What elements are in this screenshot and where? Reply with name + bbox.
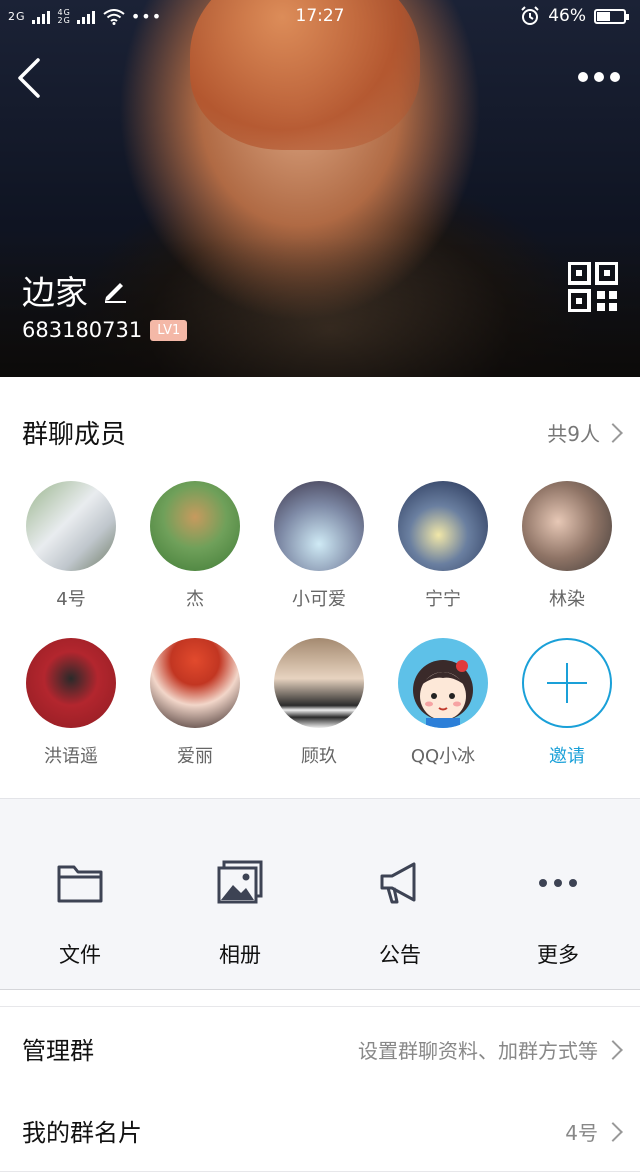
avatar [26,481,116,571]
tool-album[interactable]: 相册 [180,859,300,969]
tool-label: 相册 [219,943,261,967]
album-icon [217,860,263,904]
chevron-left-icon [18,58,40,98]
qq-xiaobing-avatar-icon [413,660,473,728]
battery-percent: 46% [548,6,586,26]
folder-icon [57,865,103,903]
invite-label: 邀请 [549,746,585,767]
alarm-icon [521,6,539,25]
my-group-card-title: 我的群名片 [22,1119,142,1147]
level-badge: LV1 [150,319,188,341]
chevron-right-icon [603,422,623,443]
chevron-right-icon [603,1039,623,1060]
members-title: 群聊成员 [22,420,127,450]
member-name: 杰 [186,589,204,610]
megaphone-icon [380,862,416,904]
group-id: 683180731 [22,318,143,342]
plus-icon [547,663,587,703]
qr-code-icon[interactable] [568,262,618,312]
member-item[interactable]: QQ小冰 [388,638,498,768]
tool-label: 更多 [537,943,579,967]
back-button[interactable] [14,56,44,100]
battery-icon [594,8,629,24]
manage-group-hint-text: 设置群聊资料、加群方式等 [358,1039,598,1063]
my-group-card-value: 4号 [565,1117,623,1146]
battery-fill [597,11,610,21]
avatar [398,481,488,571]
more-dots-icon [539,879,577,887]
avatar [274,481,364,571]
dot-icon [610,72,620,82]
member-name: 4号 [56,589,86,610]
avatar [26,638,116,728]
dot-icon [578,72,588,82]
member-item[interactable]: 杰 [140,481,250,611]
members-count[interactable]: 共9人 [547,418,623,447]
manage-group-hint: 设置群聊资料、加群方式等 [358,1035,623,1064]
chevron-right-icon [603,1121,623,1142]
more-options-button[interactable] [578,68,622,86]
member-name: QQ小冰 [410,746,476,767]
group-tools-bar: 文件 相册 公告 更多 [0,798,640,990]
manage-group-row[interactable]: 管理群 设置群聊资料、加群方式等 [0,1006,640,1090]
invite-circle [522,638,612,728]
my-group-card-row[interactable]: 我的群名片 4号 [0,1089,640,1172]
tool-more[interactable]: 更多 [498,859,618,969]
tool-label: 文件 [59,943,101,967]
member-name: 爱丽 [177,746,213,767]
group-name: 边家 [22,273,88,312]
tool-announcement[interactable]: 公告 [340,859,460,969]
member-name: 顾玖 [301,746,337,767]
edit-pencil-icon[interactable] [102,277,128,303]
members-count-text: 共9人 [547,422,600,446]
member-name: 宁宁 [425,589,461,610]
dot-icon [594,72,604,82]
my-group-card-value-text: 4号 [565,1121,598,1145]
tool-files[interactable]: 文件 [20,859,140,969]
member-item[interactable]: 4号 [16,481,126,611]
member-item[interactable]: 爱丽 [140,638,250,768]
avatar [274,638,364,728]
invite-button[interactable]: 邀请 [512,638,622,768]
manage-group-title: 管理群 [22,1037,94,1065]
group-name-row[interactable]: 边家 [22,266,128,314]
member-name: 林染 [549,589,585,610]
member-name: 小可爱 [292,589,346,610]
member-item[interactable]: 林染 [512,481,622,611]
member-item[interactable]: 顾玖 [264,638,374,768]
member-item[interactable]: 宁宁 [388,481,498,611]
avatar [522,481,612,571]
status-bar: 2G 4G 2G ••• 17:27 46% [0,0,640,34]
tool-label: 公告 [379,943,421,967]
member-name: 洪语遥 [44,746,98,767]
group-id-row: 683180731 LV1 [22,318,188,342]
avatar [150,481,240,571]
avatar [398,638,488,728]
avatar [150,638,240,728]
member-item[interactable]: 洪语遥 [16,638,126,768]
member-item[interactable]: 小可爱 [264,481,374,611]
